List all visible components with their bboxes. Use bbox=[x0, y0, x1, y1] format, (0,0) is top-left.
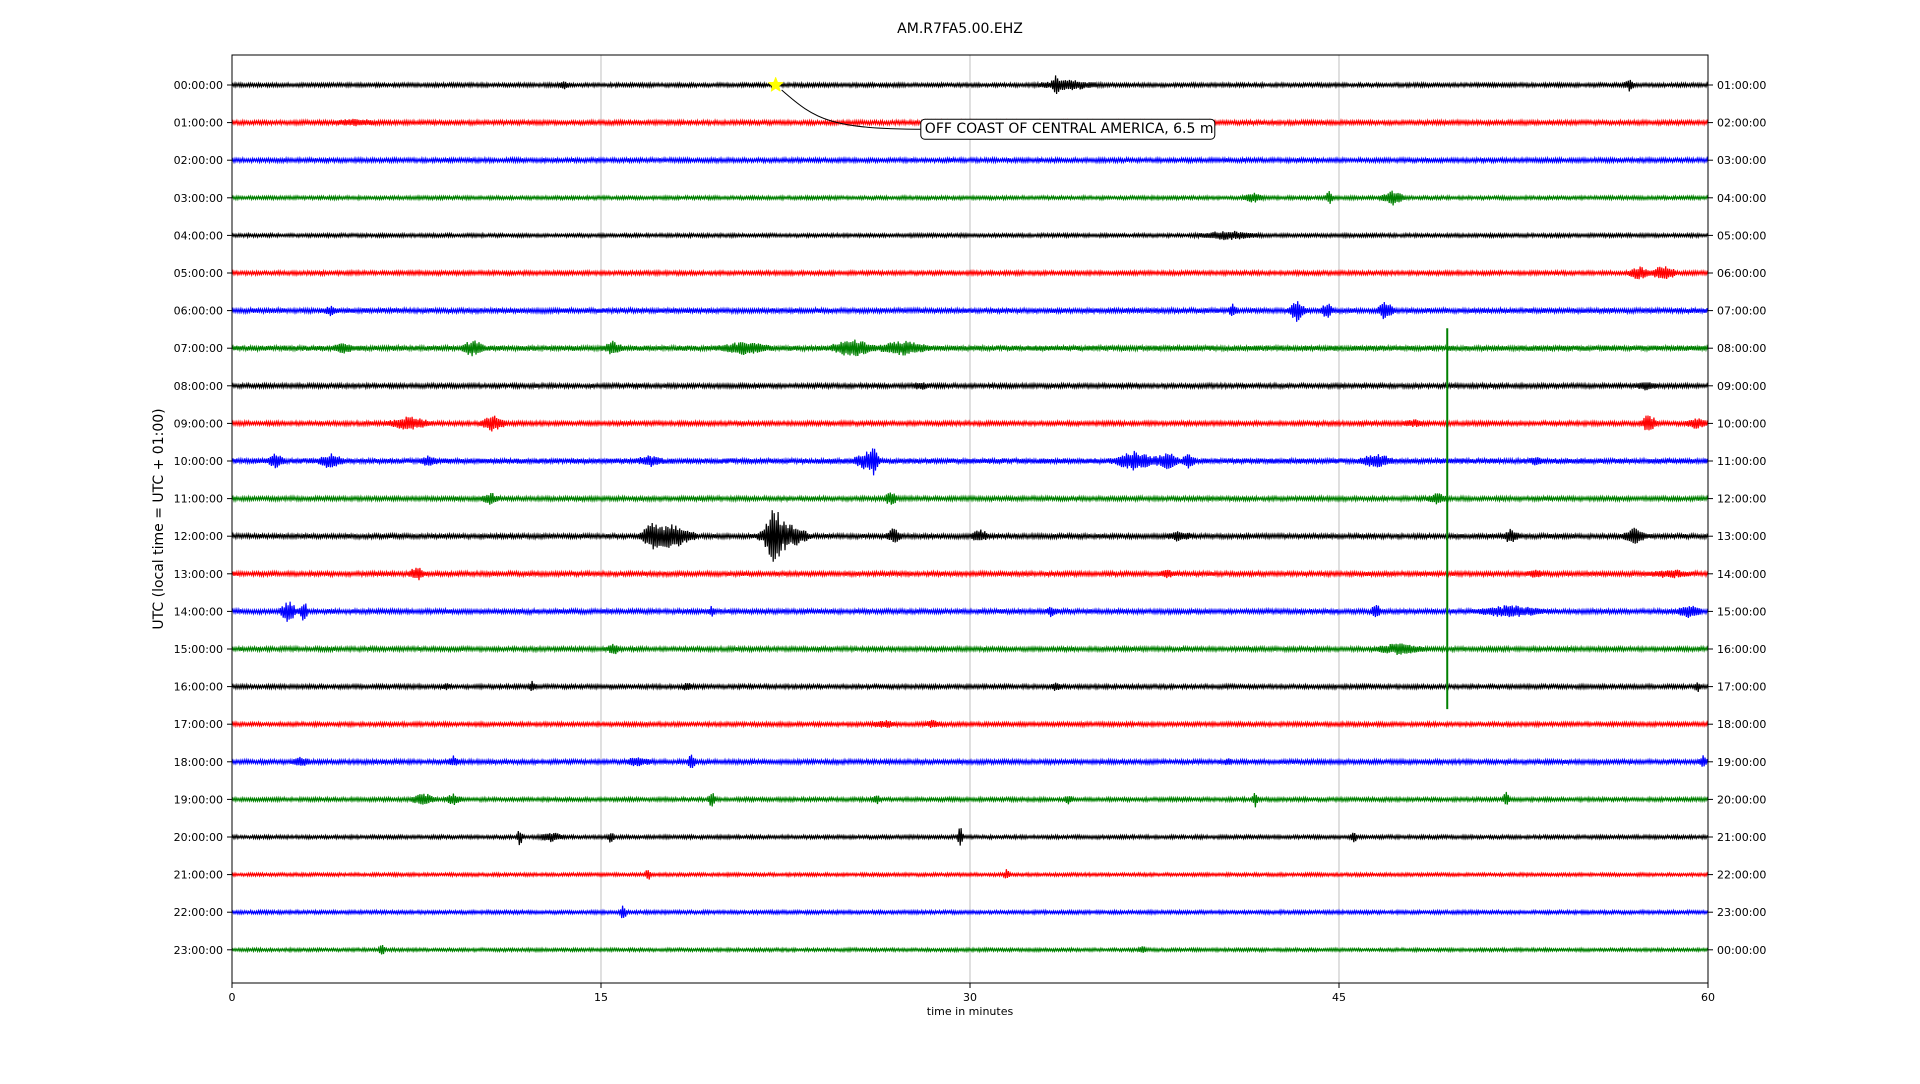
left-row-label: 18:00:00 bbox=[174, 756, 223, 769]
left-row-label: 11:00:00 bbox=[174, 493, 223, 506]
left-row-label: 09:00:00 bbox=[174, 417, 223, 430]
right-row-label: 07:00:00 bbox=[1717, 305, 1766, 318]
right-row-label: 22:00:00 bbox=[1717, 869, 1766, 882]
left-row-label: 16:00:00 bbox=[174, 681, 223, 694]
x-axis-label: time in minutes bbox=[927, 1005, 1014, 1018]
left-row-label: 02:00:00 bbox=[174, 154, 223, 167]
left-row-label: 21:00:00 bbox=[174, 869, 223, 882]
left-row-label: 12:00:00 bbox=[174, 530, 223, 543]
right-row-label: 20:00:00 bbox=[1717, 793, 1766, 806]
right-row-label: 18:00:00 bbox=[1717, 718, 1766, 731]
left-row-label: 04:00:00 bbox=[174, 229, 223, 242]
left-row-label: 10:00:00 bbox=[174, 455, 223, 468]
right-row-label: 00:00:00 bbox=[1717, 944, 1766, 957]
chart-title: AM.R7FA5.00.EHZ bbox=[897, 21, 1023, 37]
left-row-label: 22:00:00 bbox=[174, 906, 223, 919]
x-tick-label: 30 bbox=[963, 991, 977, 1004]
left-row-label: 01:00:00 bbox=[174, 117, 223, 130]
left-row-label: 19:00:00 bbox=[174, 793, 223, 806]
right-row-label: 02:00:00 bbox=[1717, 117, 1766, 130]
left-row-label: 17:00:00 bbox=[174, 718, 223, 731]
helicorder-svg: AM.R7FA5.00.EHZ OFF COAST OF CENTRAL AME… bbox=[151, 21, 1766, 1018]
event-label: OFF COAST OF CENTRAL AMERICA, 6.5 m bbox=[925, 121, 1214, 137]
left-row-label: 06:00:00 bbox=[174, 305, 223, 318]
right-row-label: 17:00:00 bbox=[1717, 681, 1766, 694]
left-row-labels: 00:00:00 01:00:00 02:00:00 03:00:00 04:00:00… bbox=[174, 79, 232, 957]
left-row-label: 05:00:00 bbox=[174, 267, 223, 280]
x-tick-label: 15 bbox=[594, 991, 608, 1004]
right-row-label: 19:00:00 bbox=[1717, 756, 1766, 769]
right-row-label: 21:00:00 bbox=[1717, 831, 1766, 844]
x-axis-ticks: 0 15 30 45 60 bbox=[229, 983, 1715, 1004]
left-row-label: 20:00:00 bbox=[174, 831, 223, 844]
helicorder-chart: AM.R7FA5.00.EHZ OFF COAST OF CENTRAL AME… bbox=[0, 0, 1920, 1080]
right-row-label: 06:00:00 bbox=[1717, 267, 1766, 280]
right-row-label: 16:00:00 bbox=[1717, 643, 1766, 656]
grid-lines bbox=[600, 55, 1340, 983]
right-row-label: 15:00:00 bbox=[1717, 605, 1766, 618]
left-row-label: 08:00:00 bbox=[174, 380, 223, 393]
right-row-label: 14:00:00 bbox=[1717, 568, 1766, 581]
left-row-label: 15:00:00 bbox=[174, 643, 223, 656]
left-row-label: 07:00:00 bbox=[174, 342, 223, 355]
y-axis-label: UTC (local time = UTC + 01:00) bbox=[151, 408, 167, 629]
right-row-label: 10:00:00 bbox=[1717, 417, 1766, 430]
x-tick-label: 45 bbox=[1332, 991, 1346, 1004]
right-row-label: 05:00:00 bbox=[1717, 229, 1766, 242]
right-row-label: 08:00:00 bbox=[1717, 342, 1766, 355]
left-row-label: 00:00:00 bbox=[174, 79, 223, 92]
x-tick-label: 60 bbox=[1701, 991, 1715, 1004]
right-row-label: 11:00:00 bbox=[1717, 455, 1766, 468]
x-tick-label: 0 bbox=[229, 991, 236, 1004]
right-row-label: 09:00:00 bbox=[1717, 380, 1766, 393]
right-row-label: 23:00:00 bbox=[1717, 906, 1766, 919]
left-row-label: 13:00:00 bbox=[174, 568, 223, 581]
right-row-label: 03:00:00 bbox=[1717, 154, 1766, 167]
left-row-label: 14:00:00 bbox=[174, 605, 223, 618]
right-row-label: 13:00:00 bbox=[1717, 530, 1766, 543]
right-row-label: 12:00:00 bbox=[1717, 493, 1766, 506]
left-row-label: 03:00:00 bbox=[174, 192, 223, 205]
right-row-label: 01:00:00 bbox=[1717, 79, 1766, 92]
event-star-marker bbox=[767, 76, 784, 93]
left-row-label: 23:00:00 bbox=[174, 944, 223, 957]
right-row-labels: 01:00:00 02:00:00 03:00:00 04:00:00 05:00:00… bbox=[1708, 79, 1766, 957]
right-row-label: 04:00:00 bbox=[1717, 192, 1766, 205]
